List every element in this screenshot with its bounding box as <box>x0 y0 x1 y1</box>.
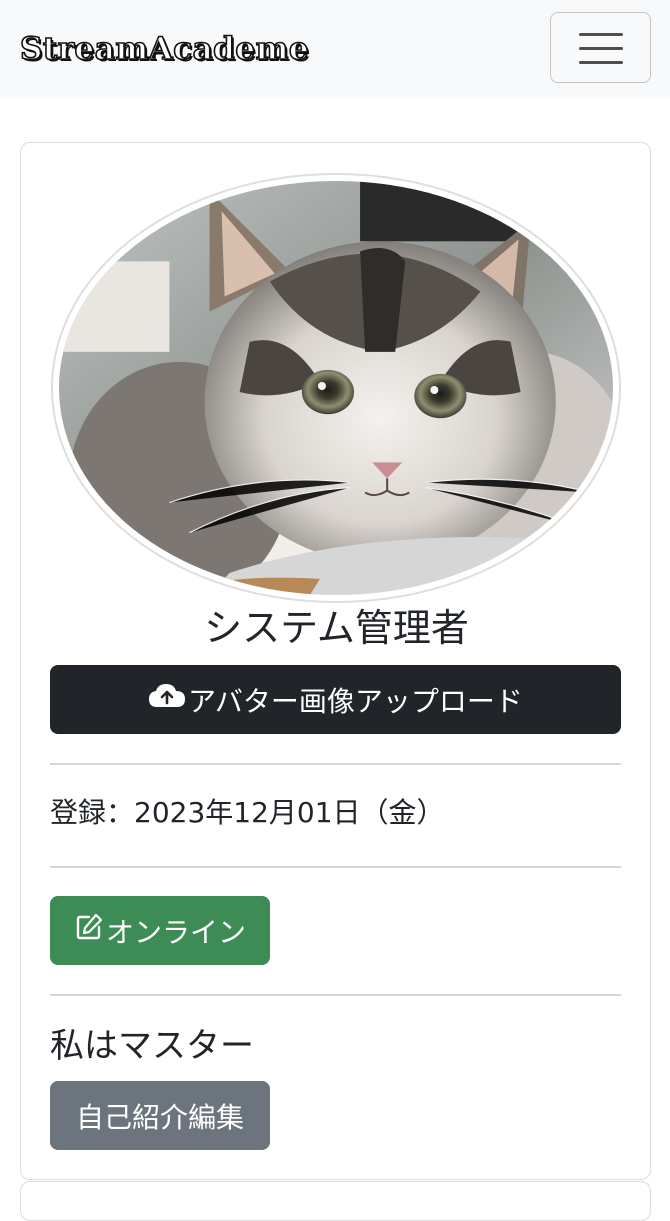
upload-avatar-button[interactable]: アバター画像アップロード <box>50 665 621 734</box>
profile-name: システム管理者 <box>204 606 469 650</box>
navbar-toggler-button[interactable] <box>550 12 651 83</box>
bio-text: 私はマスター <box>50 1026 254 1066</box>
upload-avatar-label: アバター画像アップロード <box>188 684 523 718</box>
avatar-image <box>59 181 613 595</box>
avatar-frame <box>51 173 621 603</box>
cloud-upload-icon <box>148 683 186 716</box>
registration-date: 登録：2023年12月01日（金） <box>50 796 445 829</box>
divider <box>50 994 621 996</box>
navbar: StreamAcademe <box>0 0 670 98</box>
online-status-label: オンライン <box>105 915 246 949</box>
profile-card: システム管理者 アバター画像アップロード 登録：2023年12月01日（金） オ… <box>20 142 651 1180</box>
divider <box>50 866 621 868</box>
edit-bio-button[interactable]: 自己紹介編集 <box>50 1081 270 1150</box>
brand-logo[interactable]: StreamAcademe <box>19 26 309 72</box>
divider <box>50 763 621 765</box>
edit-bio-label: 自己紹介編集 <box>75 1100 244 1134</box>
pencil-square-icon <box>74 912 104 949</box>
online-status-button[interactable]: オンライン <box>50 896 270 965</box>
next-card <box>20 1181 651 1221</box>
